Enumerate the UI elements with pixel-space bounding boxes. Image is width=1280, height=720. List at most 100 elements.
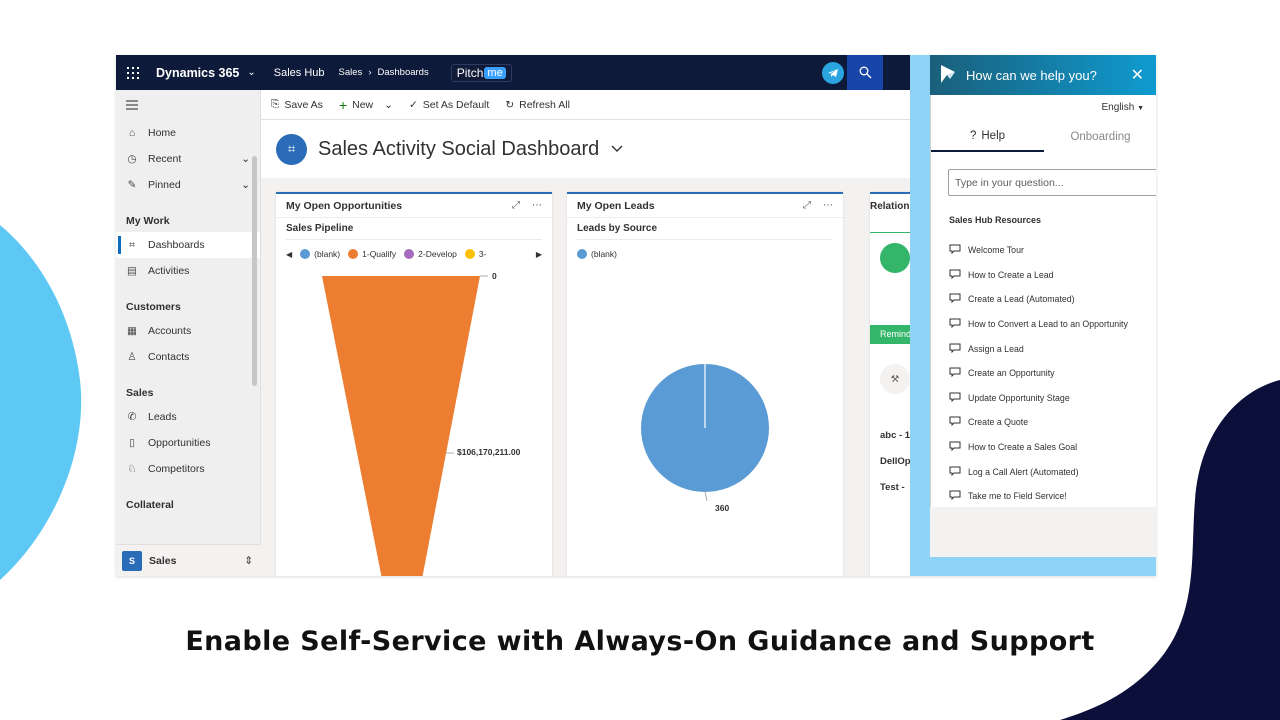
help-content: English ▼ ? Help Onboarding Type in your… <box>930 95 1156 507</box>
nav-leads-label: Leads <box>148 411 177 423</box>
nav-competitors-label: Competitors <box>148 463 205 475</box>
dashboard-icon: ⌗ <box>129 238 135 251</box>
nav-scrollbar[interactable] <box>252 156 257 386</box>
slide-caption: Enable Self-Service with Always-On Guida… <box>185 626 1095 657</box>
app-name[interactable]: Sales Hub <box>274 67 325 79</box>
language-selector[interactable]: English ▼ <box>1101 102 1144 113</box>
help-footer <box>930 507 1156 557</box>
resource-item[interactable]: How to Create a Lead <box>949 263 1156 288</box>
slide-canvas: Dynamics 365 ⌄ Sales Hub Sales › Dashboa… <box>0 0 1280 720</box>
building-icon: ▦ <box>127 325 137 337</box>
pie-value-label: 360 <box>715 503 730 513</box>
nav-home[interactable]: ⌂ Home <box>116 120 260 146</box>
nav-pinned[interactable]: ✎ Pinned ⌄ <box>116 172 260 198</box>
nav-dashboards-label: Dashboards <box>148 239 205 251</box>
resource-label: Create a Quote <box>968 417 1029 428</box>
app-launcher-icon[interactable] <box>116 55 150 90</box>
page-title: Sales Activity Social Dashboard <box>318 137 600 160</box>
funnel-segment-qualify <box>322 276 480 576</box>
chat-bubble-icon <box>949 367 961 379</box>
nav-recent[interactable]: ◷ Recent ⌄ <box>116 146 260 172</box>
chevron-down-icon[interactable]: ⌄ <box>384 99 393 111</box>
document-icon: ▯ <box>129 437 135 449</box>
hamburger-icon[interactable] <box>116 90 260 120</box>
relation-row[interactable]: abc - 1 <box>880 430 910 441</box>
nav-accounts-label: Accounts <box>148 325 192 337</box>
dashboard-selector-chevron-icon[interactable] <box>611 140 623 158</box>
nav-opportunities[interactable]: ▯ Opportunities <box>116 430 260 456</box>
up-down-chevron-icon: ⇕ <box>244 554 253 567</box>
nav-dashboards[interactable]: ⌗ Dashboards <box>116 232 260 258</box>
save-as-button[interactable]: ⎘ Save As <box>271 98 323 111</box>
pitch-me-badge: me <box>484 66 506 79</box>
resource-item[interactable]: How to Create a Sales Goal <box>949 435 1156 460</box>
resource-item[interactable]: Assign a Lead <box>949 336 1156 361</box>
resource-label: Create a Lead (Automated) <box>968 294 1075 305</box>
pitchme-logo[interactable]: Pitch me <box>450 63 512 82</box>
tab-help-label: Help <box>981 130 1006 142</box>
refresh-all-button[interactable]: ↻ Refresh All <box>505 99 570 111</box>
tab-onboarding[interactable]: Onboarding <box>1044 122 1156 152</box>
resource-item[interactable]: How to Convert a Lead to an Opportunity <box>949 312 1156 337</box>
resource-item[interactable]: Welcome Tour <box>949 238 1156 263</box>
resources-header[interactable]: Sales Hub Resources › <box>949 215 1156 225</box>
close-icon[interactable]: ✕ <box>1131 65 1144 85</box>
search-icon[interactable] <box>847 55 883 90</box>
resource-item[interactable]: Create a Lead (Automated) <box>949 287 1156 312</box>
set-as-default-label: Set As Default <box>422 98 490 111</box>
chevron-down-icon: ⌄ <box>241 153 250 165</box>
chat-bubble-icon <box>949 416 961 428</box>
pitch-text: Pitch <box>456 65 484 80</box>
brand-name[interactable]: Dynamics 365 <box>156 66 239 80</box>
pie-chart <box>641 364 769 502</box>
resource-item[interactable]: Take me to Field Service! <box>949 484 1156 509</box>
relation-row[interactable]: DellOp <box>880 456 911 467</box>
new-label: New <box>352 98 374 111</box>
breadcrumb-sales[interactable]: Sales <box>339 67 363 78</box>
clock-icon: ◷ <box>127 153 137 165</box>
wrench-icon: ⚒ <box>880 364 910 394</box>
new-button[interactable]: + New ⌄ <box>339 97 393 113</box>
help-search-input[interactable]: Type in your question... <box>948 169 1156 196</box>
resource-item[interactable]: Update Opportunity Stage <box>949 386 1156 411</box>
nav-competitors[interactable]: ♘ Competitors <box>116 456 260 482</box>
resource-label: Welcome Tour <box>968 245 1024 256</box>
telegram-icon[interactable] <box>822 62 844 84</box>
question-icon: ? <box>969 130 977 142</box>
save-as-label: Save As <box>284 98 323 111</box>
person-icon: ♙ <box>127 351 137 363</box>
breadcrumb-dashboards[interactable]: Dashboards <box>377 67 428 78</box>
resource-item[interactable]: Log a Call Alert (Automated) <box>949 459 1156 484</box>
checkmark-icon: ✓ <box>408 98 418 111</box>
nav-pinned-label: Pinned <box>148 179 181 191</box>
nav-activities[interactable]: ▤ Activities <box>116 258 260 284</box>
chat-bubble-icon <box>949 490 961 502</box>
relation-row[interactable]: Test - <box>880 482 905 493</box>
resource-label: Take me to Field Service! <box>968 491 1067 502</box>
area-switcher[interactable]: S Sales ⇕ <box>116 544 261 576</box>
chevron-down-icon: ⌄ <box>241 179 250 191</box>
nav-leads[interactable]: ✆ Leads <box>116 404 260 430</box>
sitemap-nav: ⌂ Home ◷ Recent ⌄ ✎ Pinned ⌄ My Work ⌗ D… <box>116 90 261 576</box>
refresh-icon: ↻ <box>505 98 515 111</box>
resource-label: Create an Opportunity <box>968 368 1055 379</box>
resource-item[interactable]: Create a Quote <box>949 410 1156 435</box>
tab-onboarding-label: Onboarding <box>1070 131 1131 143</box>
chevron-down-icon[interactable]: ⌄ <box>247 67 255 78</box>
refresh-all-label: Refresh All <box>519 98 570 111</box>
funnel-top-label: 0 <box>492 271 497 281</box>
chat-bubble-icon <box>949 343 961 355</box>
tab-help[interactable]: ? Help <box>931 122 1044 152</box>
nav-accounts[interactable]: ▦ Accounts <box>116 318 260 344</box>
dynamics-logo-icon <box>940 64 956 86</box>
nav-contacts[interactable]: ♙ Contacts <box>116 344 260 370</box>
nav-recent-label: Recent <box>148 153 182 165</box>
plus-icon: + <box>338 96 348 113</box>
dashboard-icon: ⌗ <box>276 133 307 165</box>
home-icon: ⌂ <box>128 127 136 139</box>
chat-bubble-icon <box>949 293 961 305</box>
resource-label: Update Opportunity Stage <box>968 392 1070 403</box>
resource-item[interactable]: Create an Opportunity <box>949 361 1156 386</box>
tile-icon <box>880 243 910 273</box>
set-as-default-button[interactable]: ✓ Set As Default <box>409 99 489 111</box>
